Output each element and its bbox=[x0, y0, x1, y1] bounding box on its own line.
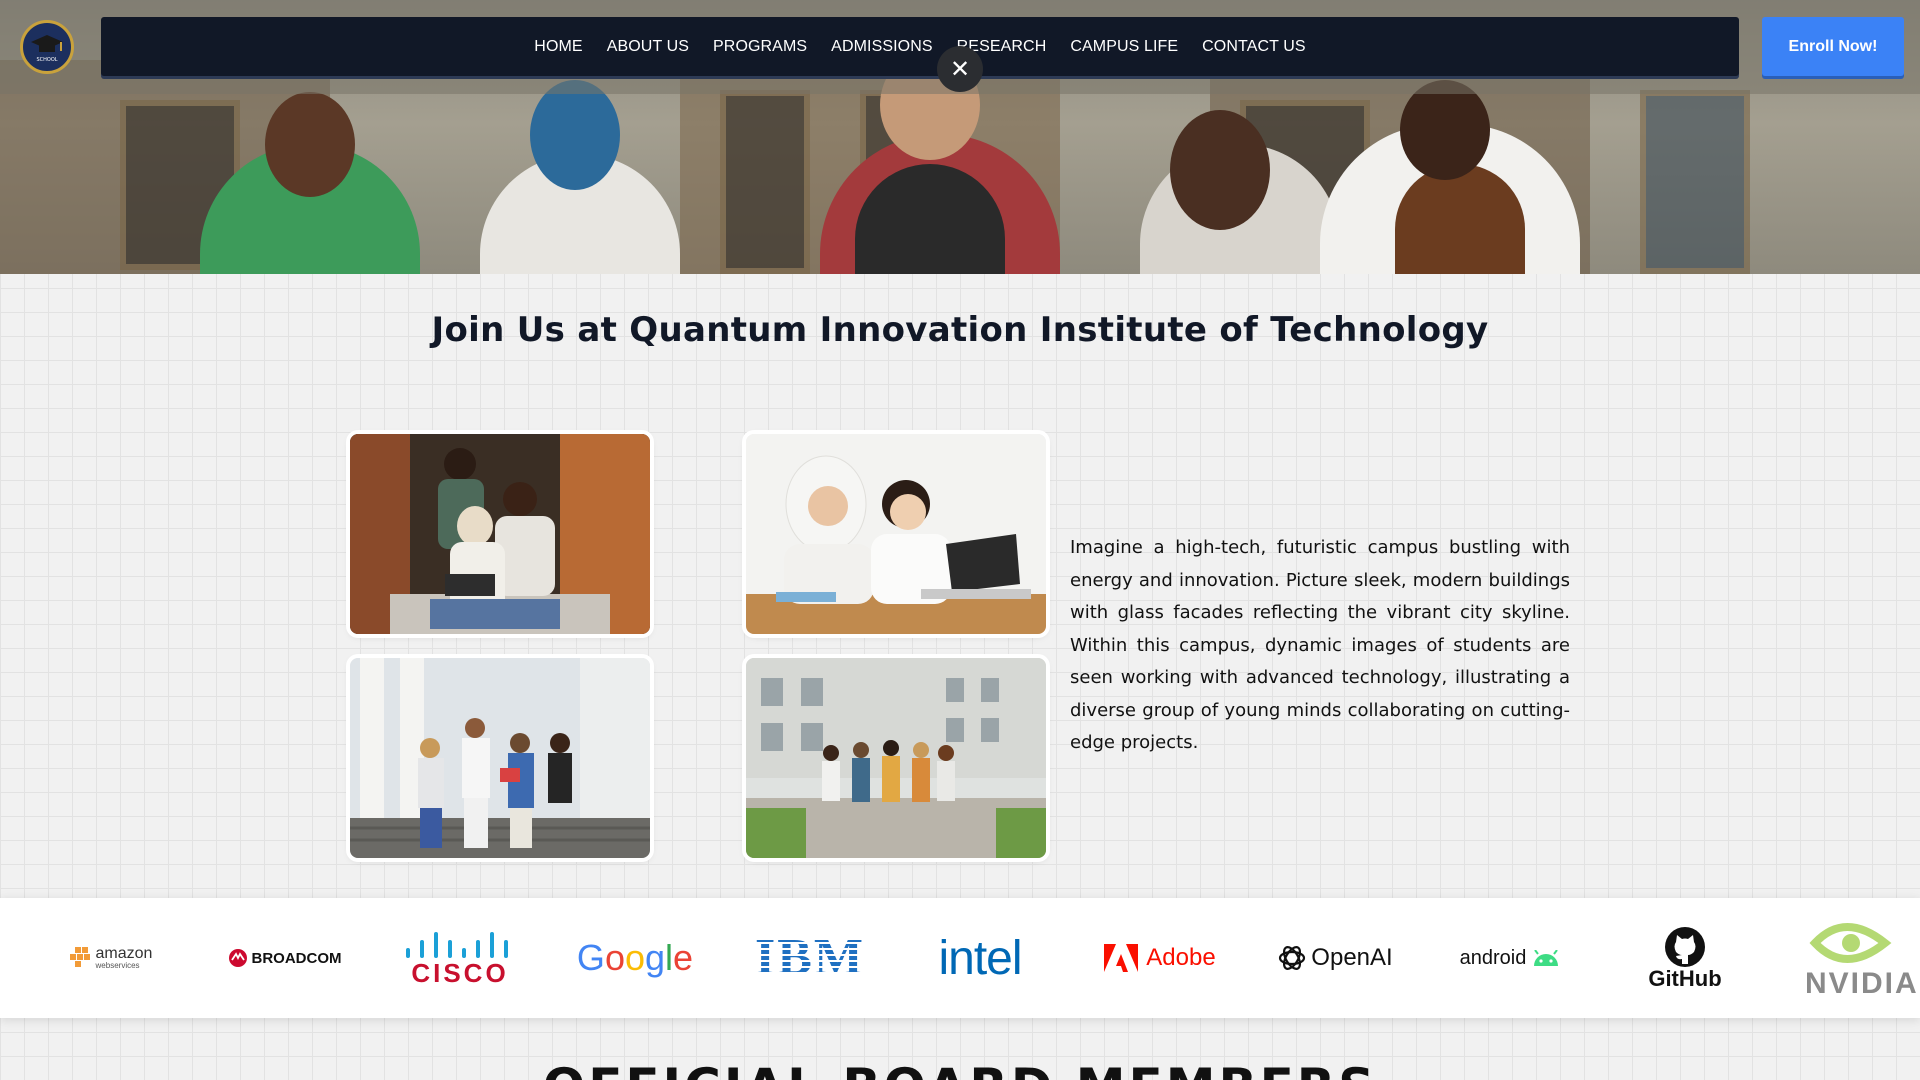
google-letter: e bbox=[673, 937, 694, 978]
google-letter: G bbox=[576, 937, 605, 978]
partner-ibm[interactable]: IBM bbox=[745, 898, 875, 1018]
aws-cubes-icon bbox=[69, 947, 90, 967]
partner-amazon[interactable]: amazon webservices bbox=[60, 898, 160, 1018]
partners-strip: amazon webservices BROADCOM CISCO Google… bbox=[0, 898, 1920, 1018]
adobe-icon bbox=[1104, 944, 1139, 972]
partner-intel[interactable]: intel bbox=[915, 898, 1045, 1018]
partner-openai[interactable]: OpenAI bbox=[1270, 898, 1400, 1018]
board-members-title: OFFICIAL BOARD MEMBERS bbox=[0, 1058, 1920, 1080]
close-icon: ✕ bbox=[949, 55, 971, 83]
partner-broadcom[interactable]: BROADCOM bbox=[220, 898, 350, 1018]
close-menu-button[interactable]: ✕ bbox=[937, 46, 983, 92]
google-letter: l bbox=[665, 937, 674, 978]
photo-students-laptop bbox=[746, 434, 1046, 634]
photo-students-studying bbox=[350, 434, 650, 634]
join-description: Imagine a high-tech, futuristic campus b… bbox=[1070, 537, 1570, 753]
partner-cisco[interactable]: CISCO bbox=[395, 898, 525, 1018]
openai-logo-text: OpenAI bbox=[1311, 944, 1393, 971]
intel-logo-text: intel bbox=[938, 931, 1022, 985]
cisco-bars-icon bbox=[406, 932, 508, 958]
partner-google[interactable]: Google bbox=[570, 898, 700, 1018]
amazon-logo-subtext: webservices bbox=[95, 961, 140, 970]
photo-students-columns bbox=[350, 658, 650, 858]
partner-adobe[interactable]: Adobe bbox=[1090, 898, 1230, 1018]
graduation-cap-icon: SCHOOL bbox=[31, 35, 63, 63]
nav-admissions[interactable]: ADMISSIONS bbox=[819, 38, 944, 56]
nav-home[interactable]: HOME bbox=[522, 38, 594, 56]
broadcom-logo-text: BROADCOM bbox=[251, 949, 342, 967]
nav-campus-life[interactable]: CAMPUS LIFE bbox=[1058, 38, 1190, 56]
openai-icon bbox=[1279, 946, 1306, 970]
photo-students-walking bbox=[746, 658, 1046, 858]
github-logo-text: GitHub bbox=[1648, 966, 1722, 991]
ibm-logo-text: IBM bbox=[755, 929, 865, 986]
nav-about-us[interactable]: ABOUT US bbox=[595, 38, 701, 56]
google-letter: g bbox=[645, 937, 666, 978]
amazon-logo-text: amazon bbox=[95, 945, 153, 962]
join-section-title: Join Us at Quantum Innovation Institute … bbox=[431, 310, 1489, 350]
adobe-logo-text: Adobe bbox=[1146, 944, 1216, 971]
google-logo-text: Google bbox=[577, 937, 693, 979]
school-logo[interactable]: SCHOOL bbox=[20, 20, 74, 74]
nvidia-eye-icon bbox=[1809, 923, 1892, 963]
main-navigation: HOME ABOUT US PROGRAMS ADMISSIONS RESEAR… bbox=[101, 17, 1739, 76]
logo-text: SCHOOL bbox=[36, 57, 57, 63]
partner-android[interactable]: android bbox=[1440, 898, 1580, 1018]
cisco-logo-text: CISCO bbox=[411, 958, 509, 988]
github-octocat-icon bbox=[1664, 927, 1705, 967]
partner-github[interactable]: GitHub bbox=[1620, 898, 1750, 1018]
nav-contact-us[interactable]: CONTACT US bbox=[1190, 38, 1318, 56]
broadcom-icon bbox=[228, 949, 247, 967]
android-logo-text: android bbox=[1459, 946, 1527, 969]
google-letter: o bbox=[604, 937, 625, 978]
partner-nvidia[interactable]: NVIDIA bbox=[1795, 898, 1920, 1018]
android-robot-icon bbox=[1534, 950, 1559, 966]
nav-programs[interactable]: PROGRAMS bbox=[701, 38, 819, 56]
enroll-now-button[interactable]: Enroll Now! bbox=[1762, 17, 1904, 76]
nvidia-logo-text: NVIDIA bbox=[1805, 967, 1919, 1000]
google-letter: o bbox=[624, 937, 645, 978]
